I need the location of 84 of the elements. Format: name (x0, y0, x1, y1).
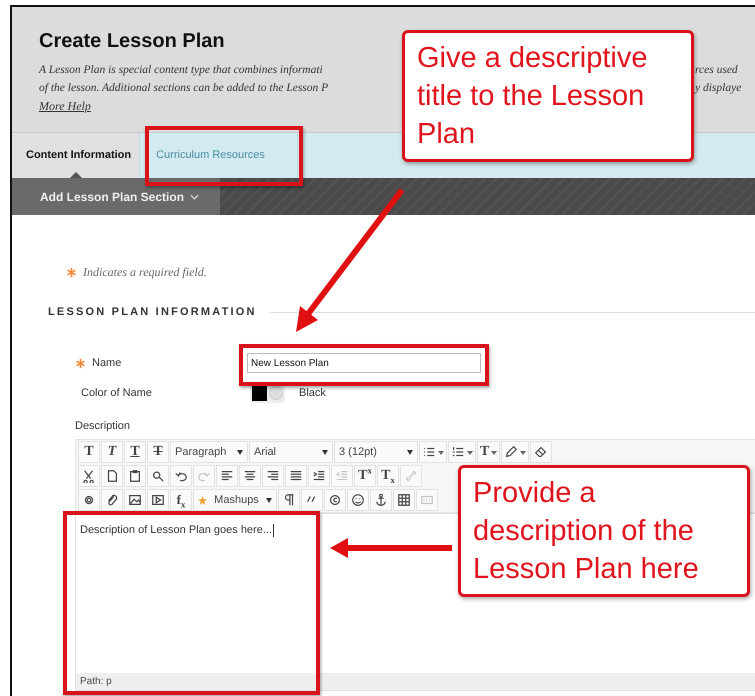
outdent-icon (335, 469, 349, 483)
align-center-icon (243, 469, 257, 483)
add-section-button[interactable]: Add Lesson Plan Section (12, 178, 220, 215)
tab[interactable]: Content Information (12, 133, 140, 178)
toolbar-button[interactable] (101, 489, 123, 511)
toolbar-button[interactable] (170, 465, 192, 487)
field-label: Description (75, 420, 132, 432)
toolbar-button[interactable] (393, 489, 415, 511)
toolbar-dropdown[interactable]: Arial (249, 441, 333, 463)
anchor-icon (374, 493, 388, 507)
toolbar-button[interactable] (124, 465, 146, 487)
page-title: Create Lesson Plan (39, 30, 226, 53)
toolbar-dropdown[interactable]: Paragraph (170, 441, 248, 463)
intro-text: y displaye (695, 81, 742, 96)
clipboard-icon (128, 469, 142, 483)
toolbar-button[interactable] (124, 489, 146, 511)
toolbar-dropdown[interactable]: Mashups (193, 489, 277, 511)
justify-icon (289, 469, 303, 483)
link-icon (404, 469, 418, 483)
required-note: Indicates a required field. (83, 265, 207, 280)
formula-button[interactable]: f$_{x}$ (170, 489, 192, 511)
required-star-icon (66, 267, 77, 278)
toolbar-button[interactable] (324, 489, 346, 511)
pilcrow-icon (282, 493, 296, 507)
grid-icon (420, 493, 434, 507)
editor-text: Description of Lesson Plan goes here... (80, 524, 272, 536)
scissors-icon (82, 469, 96, 483)
toolbar-button[interactable] (216, 465, 238, 487)
toolbar-button[interactable] (301, 489, 323, 511)
toolbar-button[interactable] (347, 489, 369, 511)
subscript-button[interactable]: T$_{x}$ (377, 465, 399, 487)
underline-button[interactable]: T (124, 441, 146, 463)
callout-tooltip: Give a descriptive title to the Lesson Plan (402, 30, 694, 162)
color-value: Black (299, 387, 326, 399)
image-icon (128, 493, 142, 507)
strikethrough-button[interactable]: T (147, 441, 169, 463)
toolbar-button[interactable] (278, 489, 300, 511)
record-icon (82, 493, 96, 507)
toolbar-button[interactable] (78, 465, 100, 487)
field-label: Color of Name (81, 387, 152, 399)
table-icon (397, 493, 411, 507)
copyright-icon (328, 493, 342, 507)
star-icon (198, 496, 207, 504)
eraser-icon (534, 445, 548, 459)
indent-icon (312, 469, 326, 483)
italic-button[interactable]: T (101, 441, 123, 463)
toolbar-button[interactable] (448, 441, 476, 463)
intro-text: rces used (695, 63, 739, 78)
name-field[interactable]: New Lesson Plan (247, 353, 481, 373)
page-icon (105, 469, 119, 483)
pen-icon (504, 445, 518, 459)
toolbar-button[interactable] (501, 441, 530, 463)
section-title: LESSON PLAN INFORMATION (48, 306, 257, 318)
bulleted-list-icon (422, 445, 436, 459)
intro-text: of the lesson. Additional sections can be added to the Lesson P (39, 81, 330, 96)
chevron-icon (190, 194, 200, 200)
toolbar-button[interactable] (370, 489, 392, 511)
toolbar-button[interactable] (147, 489, 169, 511)
paperclip-icon (105, 493, 119, 507)
align-right-icon (266, 469, 280, 483)
toolbar-button[interactable] (530, 441, 552, 463)
field-label: Name (92, 357, 122, 369)
callout-tooltip: Provide a description of the Lesson Plan here (458, 465, 750, 597)
path-bar: Path: p (76, 673, 755, 690)
text-color-button[interactable]: T (477, 441, 500, 463)
superscript-button[interactable]: T$^{x}$ (354, 465, 376, 487)
intro-text: A Lesson Plan is special content type that combines informati (39, 63, 324, 78)
media-icon (151, 493, 165, 507)
align-left-icon (220, 469, 234, 483)
toolbar-button[interactable] (239, 465, 261, 487)
numbered-list-icon (451, 445, 465, 459)
toolbar-button[interactable] (262, 465, 284, 487)
toolbar-button[interactable] (419, 441, 447, 463)
toolbar-button[interactable] (147, 465, 169, 487)
more-help-link[interactable]: More Help (39, 99, 91, 114)
bold-button[interactable]: T (78, 441, 100, 463)
toolbar-button[interactable] (78, 489, 100, 511)
toolbar-button[interactable] (285, 465, 307, 487)
required-star-icon (75, 358, 86, 368)
toolbar-dropdown[interactable]: 3 (12pt) (334, 441, 418, 463)
search-icon (151, 469, 165, 483)
toolbar-button[interactable] (308, 465, 330, 487)
toolbar-button[interactable] (101, 465, 123, 487)
smiley-icon (351, 493, 365, 507)
